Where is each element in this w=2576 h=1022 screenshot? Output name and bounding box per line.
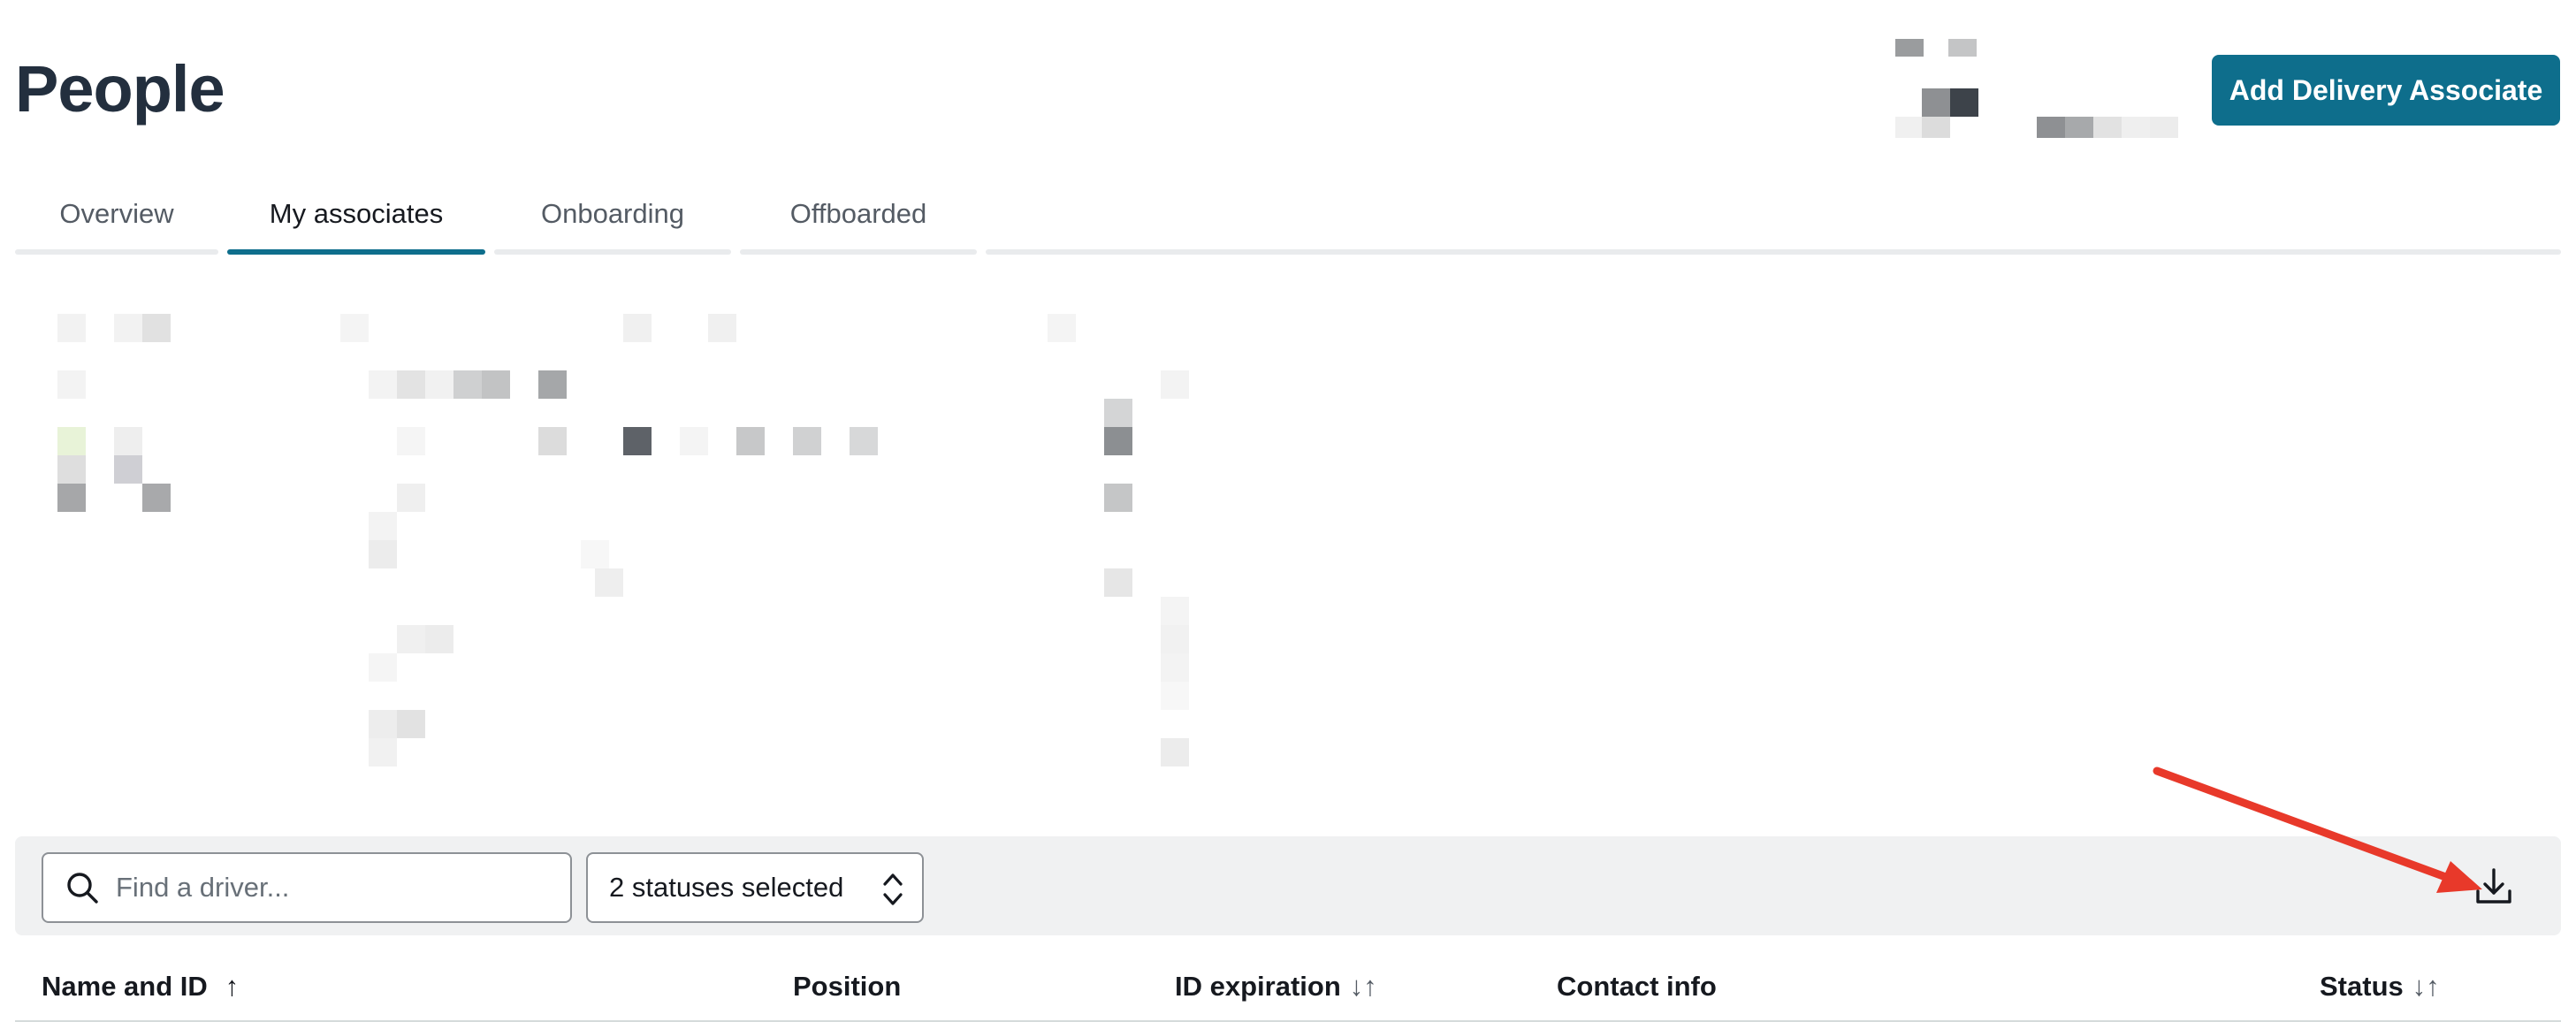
column-header-status[interactable]: Status ↓↑ <box>2320 971 2440 1003</box>
tab-underline <box>15 249 218 255</box>
column-header-name-id[interactable]: Name and ID ↑ <box>42 971 239 1003</box>
tab-my-associates[interactable]: My associates <box>227 186 485 256</box>
column-header-position: Position <box>793 971 901 1003</box>
add-delivery-associate-button[interactable]: Add Delivery Associate <box>2212 55 2560 126</box>
table-toolbar: 2 statuses selected <box>15 836 2561 935</box>
tab-label: Offboarded <box>789 198 927 229</box>
redacted-user-info <box>1895 39 2178 141</box>
column-label: ID expiration <box>1175 971 1341 1002</box>
tab-bar: Overview My associates Onboarding Offboa… <box>15 186 2561 256</box>
sort-indicator: ↓↑ <box>2412 971 2440 1002</box>
download-button[interactable] <box>2469 861 2519 911</box>
column-label: Contact info <box>1557 971 1717 1002</box>
column-label: Position <box>793 971 902 1002</box>
tab-overview[interactable]: Overview <box>15 186 218 256</box>
column-label: Status <box>2320 971 2404 1002</box>
tab-underline <box>740 249 977 255</box>
status-filter-label: 2 statuses selected <box>609 872 844 903</box>
download-icon <box>2476 868 2511 904</box>
sort-indicator: ↑ <box>225 971 240 1002</box>
search-icon <box>67 873 98 904</box>
search-field[interactable] <box>42 852 572 923</box>
tab-label: My associates <box>269 198 444 229</box>
tab-offboarded[interactable]: Offboarded <box>740 186 977 256</box>
table-header: Name and ID ↑ Position ID expiration ↓↑ Co… <box>15 955 2561 1022</box>
column-label: Name and ID <box>42 971 208 1002</box>
tab-underline-active <box>227 249 485 255</box>
chevron-updown-icon <box>883 873 903 905</box>
tab-onboarding[interactable]: Onboarding <box>494 186 731 256</box>
column-header-contact-info: Contact info <box>1557 971 1717 1003</box>
tab-underline <box>494 249 731 255</box>
tab-label: Overview <box>59 198 174 229</box>
page-title: People <box>15 52 225 126</box>
tab-label: Onboarding <box>540 198 684 229</box>
status-filter-select[interactable]: 2 statuses selected <box>586 852 924 923</box>
tab-underline-rest <box>986 249 2561 255</box>
column-header-id-expiration[interactable]: ID expiration ↓↑ <box>1175 971 1377 1003</box>
redacted-summary-content <box>15 314 1200 769</box>
search-input[interactable] <box>116 872 540 904</box>
sort-indicator: ↓↑ <box>1349 971 1377 1002</box>
